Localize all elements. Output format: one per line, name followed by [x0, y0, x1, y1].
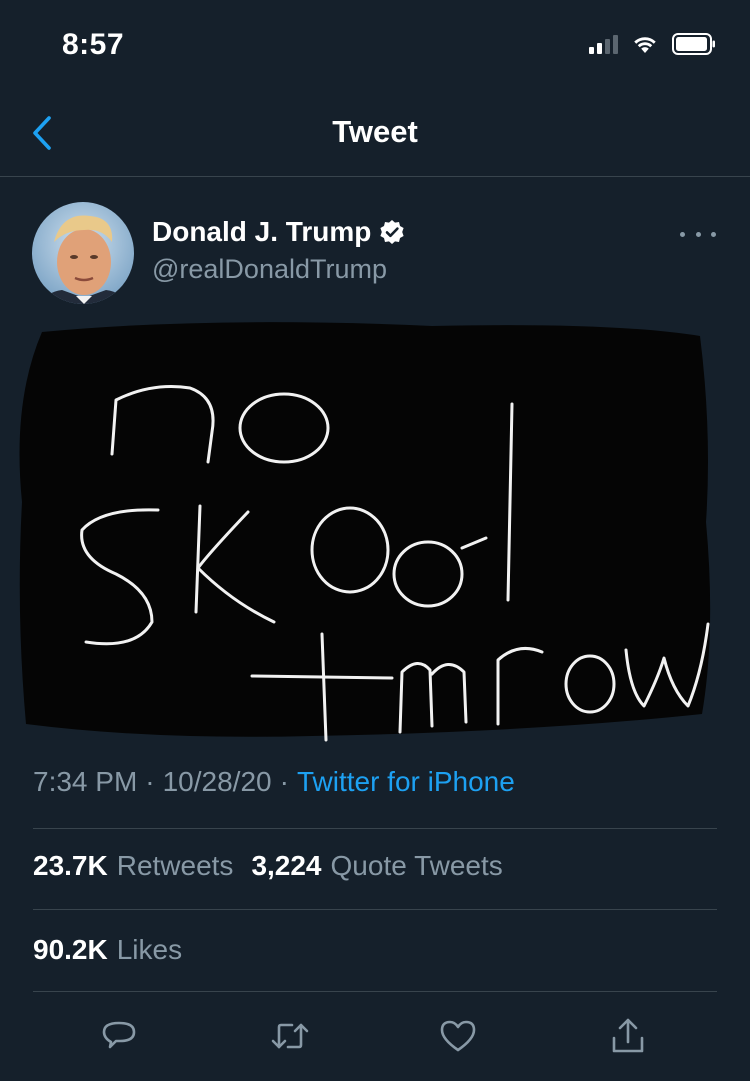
tweet-source-link[interactable]: Twitter for iPhone [297, 766, 515, 798]
author-handle[interactable]: @realDonaldTrump [152, 254, 387, 285]
divider [33, 828, 717, 829]
retweets-count: 23.7K [33, 850, 108, 881]
wifi-icon [634, 37, 656, 53]
more-options-icon[interactable] [680, 222, 716, 246]
handwritten-image [19, 322, 711, 742]
stats-row-shares: 23.7K Retweets 3,224 Quote Tweets [33, 850, 521, 882]
like-icon [440, 1020, 476, 1052]
avatar-image [32, 202, 134, 304]
retweets-stat[interactable]: 23.7K Retweets [33, 850, 233, 882]
cellular-signal-icon [589, 34, 618, 54]
meta-separator: · [279, 766, 289, 797]
status-bar: 8:57 [0, 0, 750, 92]
share-button[interactable] [606, 1014, 650, 1058]
page-title: Tweet [332, 114, 418, 149]
author-display-name: Donald J. Trump [152, 216, 372, 247]
likes-count: 90.2K [33, 934, 108, 965]
retweet-icon [271, 1023, 309, 1049]
likes-label: Likes [116, 934, 183, 965]
stats-row-likes: 90.2K Likes [33, 934, 200, 966]
author-name-row[interactable]: Donald J. Trump [152, 216, 405, 248]
tweet-date: 10/28/20 [162, 766, 272, 797]
avatar[interactable] [32, 202, 134, 304]
battery-icon [672, 33, 715, 55]
tweet-timestamp-row: 7:34 PM · 10/28/20 · Twitter for iPhone [33, 766, 515, 798]
reply-icon [102, 1021, 136, 1049]
like-button[interactable] [436, 1014, 480, 1058]
quote-tweets-stat[interactable]: 3,224 Quote Tweets [251, 850, 502, 882]
quote-tweets-count: 3,224 [251, 850, 322, 881]
status-time: 8:57 [62, 28, 125, 61]
status-icons [589, 33, 716, 55]
quote-tweets-label: Quote Tweets [330, 850, 503, 881]
tweet-time: 7:34 PM [33, 766, 138, 797]
meta-separator: · [145, 766, 155, 797]
retweets-label: Retweets [116, 850, 234, 881]
reply-button[interactable] [97, 1014, 141, 1058]
share-icon [612, 1018, 644, 1053]
nav-bar: Tweet [0, 92, 750, 177]
verified-badge-icon [380, 220, 404, 244]
divider [33, 991, 717, 992]
tweet-action-bar [0, 1000, 750, 1070]
retweet-button[interactable] [268, 1014, 312, 1058]
tweet-image[interactable] [12, 312, 726, 748]
likes-stat[interactable]: 90.2K Likes [33, 934, 182, 966]
divider [33, 909, 717, 910]
